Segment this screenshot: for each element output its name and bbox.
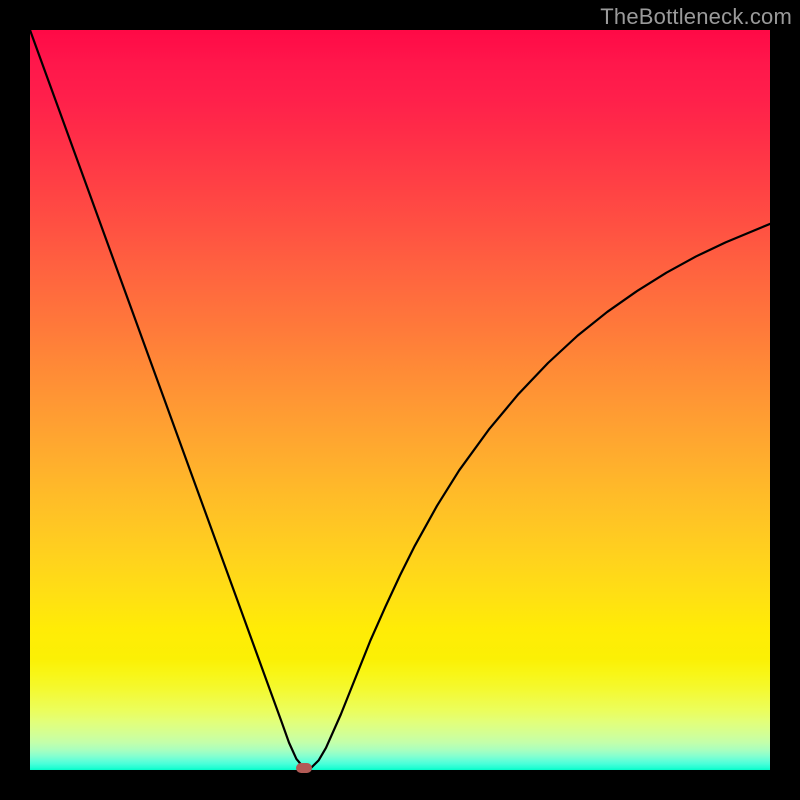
chart-frame: TheBottleneck.com bbox=[0, 0, 800, 800]
curve-overlay bbox=[30, 30, 770, 770]
bottleneck-curve bbox=[30, 30, 770, 768]
bottleneck-marker bbox=[296, 763, 312, 773]
watermark-text: TheBottleneck.com bbox=[600, 4, 792, 30]
